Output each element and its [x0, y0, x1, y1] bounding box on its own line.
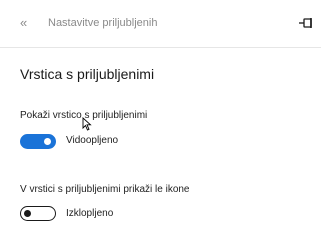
show-favorites-bar-toggle[interactable] — [20, 134, 56, 149]
section-title: Vrstica s priljubljenimi — [20, 66, 155, 82]
icons-only-label: V vrstici s priljubljenimi prikaži le ik… — [20, 184, 190, 195]
pin-icon[interactable] — [298, 16, 314, 30]
toggle-knob — [24, 209, 31, 217]
panel-header-title: Nastavitve priljubljenih — [48, 17, 158, 29]
mouse-pointer-icon — [82, 116, 92, 131]
icons-only-state: Izklopljeno — [66, 208, 114, 219]
toggle-knob — [44, 138, 51, 145]
panel-header: « Nastavitve priljubljenih — [0, 0, 321, 48]
icons-only-toggle[interactable] — [20, 206, 56, 221]
double-chevron-left-icon[interactable]: « — [20, 15, 36, 31]
show-favorites-bar-state: Vidoopljeno — [66, 135, 119, 146]
favorites-settings-panel: « Nastavitve priljubljenih Vrstica s pri… — [0, 0, 321, 247]
